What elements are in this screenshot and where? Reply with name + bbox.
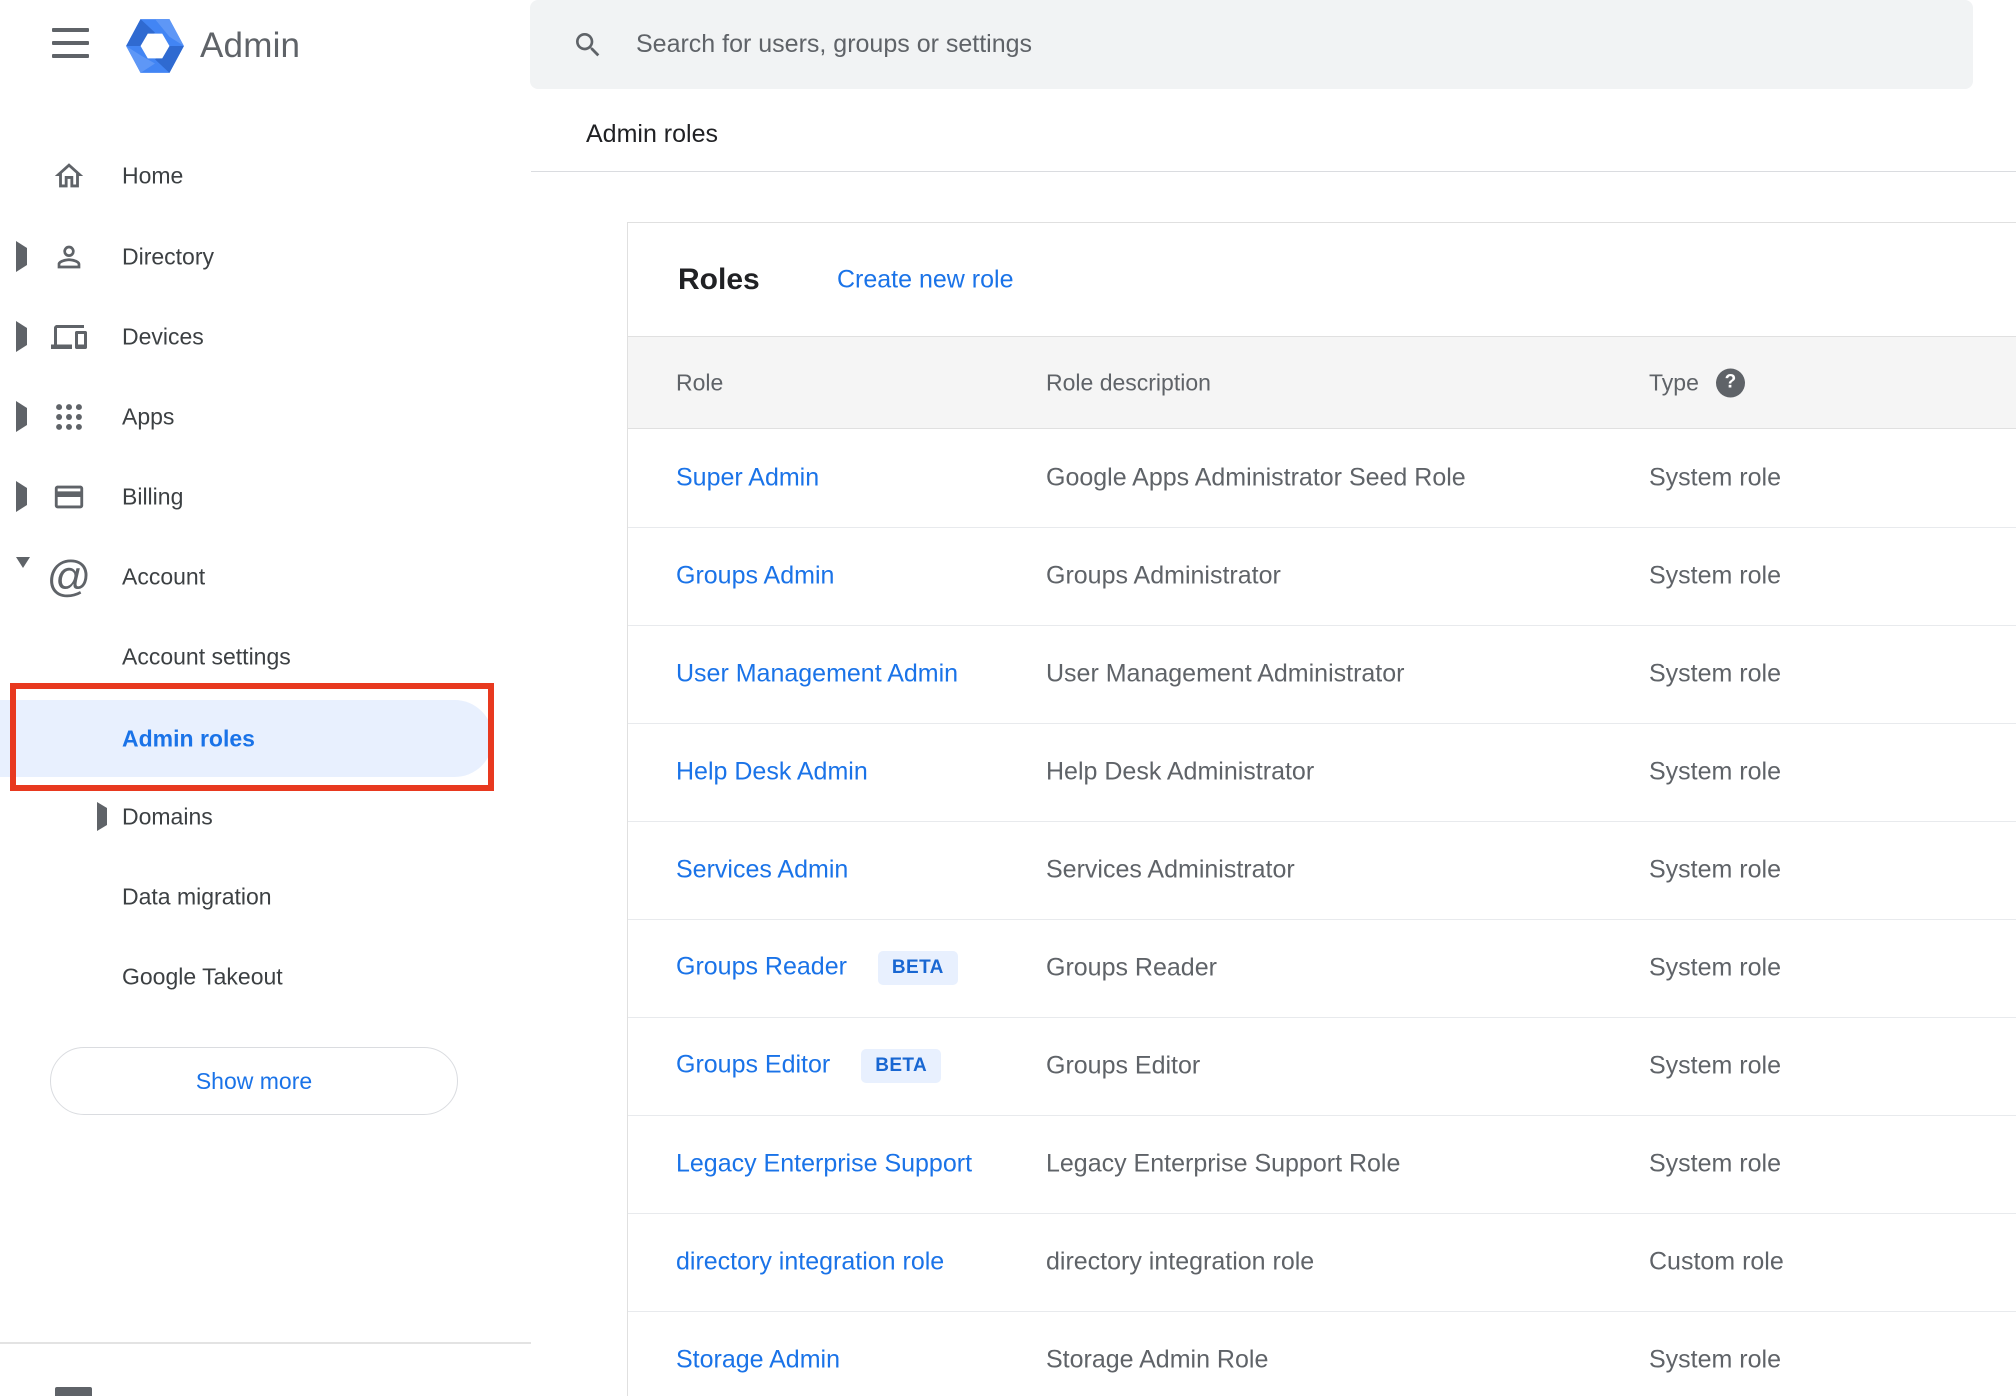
table-header-row: Role Role description Type ? (628, 336, 2016, 429)
role-description: directory integration role (1046, 1247, 1315, 1276)
menu-hamburger-icon[interactable] (52, 28, 89, 58)
breadcrumb: Admin roles (586, 120, 718, 148)
role-link[interactable]: Storage Admin (676, 1346, 840, 1374)
role-link[interactable]: Groups Editor (676, 1051, 830, 1079)
table-row: Services Admin Services Administrator Sy… (628, 821, 2016, 920)
role-type: System role (1649, 463, 1781, 492)
role-description: Legacy Enterprise Support Role (1046, 1149, 1401, 1178)
sidebar-item-admin-roles[interactable]: Admin roles (0, 700, 510, 777)
panel-title: Roles (678, 262, 760, 296)
column-header-role-description: Role description (1046, 369, 1211, 395)
search-icon (576, 32, 600, 56)
role-type: System role (1649, 855, 1781, 884)
sidebar-item-directory[interactable]: Directory (0, 217, 510, 297)
column-header-type: Type ? (1649, 368, 1745, 397)
column-header-role: Role (676, 369, 724, 395)
sidebar-item-label: Billing (122, 483, 184, 510)
sidebar-item-account-settings[interactable]: Account settings (0, 617, 510, 697)
role-link[interactable]: Super Admin (676, 464, 819, 492)
role-type: System role (1649, 1345, 1781, 1374)
expand-arrow-icon[interactable] (16, 241, 27, 272)
table-row: User Management Admin User Management Ad… (628, 625, 2016, 724)
clipped-sidebar-icon (55, 1387, 92, 1396)
role-link[interactable]: Groups Admin (676, 562, 834, 590)
global-search-bar[interactable] (530, 0, 1973, 89)
show-more-button[interactable]: Show more (50, 1047, 458, 1115)
roles-panel-header: Roles Create new role (628, 223, 2016, 336)
role-description: User Management Administrator (1046, 659, 1405, 688)
question-mark-icon[interactable]: ? (1715, 368, 1745, 397)
expand-arrow-icon[interactable] (16, 481, 27, 512)
breadcrumb-divider (531, 171, 2016, 172)
sidebar-item-home[interactable]: Home (0, 136, 510, 216)
table-row: Help Desk Admin Help Desk Administrator … (628, 723, 2016, 822)
app-title: Admin (200, 26, 301, 65)
sidebar-item-apps[interactable]: Apps (0, 377, 510, 457)
role-type: Custom role (1649, 1247, 1784, 1276)
role-description: Groups Administrator (1046, 561, 1281, 590)
table-row: Super Admin Google Apps Administrator Se… (628, 429, 2016, 528)
home-icon (50, 157, 88, 195)
collapse-arrow-icon[interactable] (16, 557, 30, 586)
role-type: System role (1649, 659, 1781, 688)
create-new-role-link[interactable]: Create new role (837, 265, 1013, 294)
search-input[interactable] (634, 29, 1838, 60)
table-row: Groups Editor BETA Groups Editor System … (628, 1017, 2016, 1116)
role-description: Services Administrator (1046, 855, 1295, 884)
sidebar-item-domains[interactable]: Domains (0, 777, 510, 857)
role-link[interactable]: Groups Reader (676, 953, 847, 981)
at-sign-icon: @ (46, 552, 92, 601)
role-link[interactable]: Help Desk Admin (676, 758, 868, 786)
apps-grid-icon (50, 398, 88, 436)
sidebar-item-label: Domains (122, 803, 213, 830)
sidebar-item-label: Admin roles (122, 725, 255, 751)
devices-icon (50, 318, 88, 356)
sidebar-item-label: Account settings (122, 643, 291, 670)
role-description: Google Apps Administrator Seed Role (1046, 463, 1466, 492)
beta-badge: BETA (877, 951, 958, 985)
role-type: System role (1649, 561, 1781, 590)
sidebar-item-label: Google Takeout (122, 963, 283, 990)
table-row: Legacy Enterprise Support Legacy Enterpr… (628, 1115, 2016, 1214)
sidebar-bottom-divider (0, 1342, 531, 1344)
roles-panel: Roles Create new role Role Role descript… (627, 222, 2016, 1396)
table-row: directory integration role directory int… (628, 1213, 2016, 1312)
expand-arrow-icon[interactable] (97, 802, 107, 831)
app-logo[interactable]: Admin (126, 14, 300, 78)
credit-card-icon (50, 478, 88, 516)
role-link[interactable]: Services Admin (676, 856, 848, 884)
sidebar-item-label: Data migration (122, 883, 272, 910)
sidebar-item-google-takeout[interactable]: Google Takeout (0, 937, 510, 1017)
sidebar-item-devices[interactable]: Devices (0, 297, 510, 377)
expand-arrow-icon[interactable] (16, 321, 27, 352)
table-row: Groups Reader BETA Groups Reader System … (628, 919, 2016, 1018)
sidebar-item-label: Home (122, 162, 184, 189)
sidebar-item-account[interactable]: @ Account (0, 537, 510, 617)
role-link[interactable]: Legacy Enterprise Support (676, 1150, 972, 1178)
sidebar-item-label: Directory (122, 243, 215, 270)
role-type: System role (1649, 757, 1781, 786)
sidebar-item-label: Account (122, 563, 206, 590)
beta-badge: BETA (861, 1049, 942, 1083)
expand-arrow-icon[interactable] (16, 401, 27, 432)
table-row: Groups Admin Groups Administrator System… (628, 527, 2016, 626)
sidebar-item-label: Devices (122, 323, 204, 350)
sidebar-item-data-migration[interactable]: Data migration (0, 857, 510, 937)
role-description: Groups Reader (1046, 953, 1217, 982)
admin-hexagon-logo-icon (126, 19, 184, 73)
role-description: Help Desk Administrator (1046, 757, 1315, 786)
person-icon (50, 238, 88, 276)
role-description: Groups Editor (1046, 1051, 1201, 1080)
sidebar-item-label: Apps (122, 403, 175, 430)
role-type: System role (1649, 953, 1781, 982)
admin-console-screen: Admin Admin roles Home Directory Devices (0, 0, 2016, 1396)
role-description: Storage Admin Role (1046, 1345, 1269, 1374)
role-type: System role (1649, 1149, 1781, 1178)
table-row: Storage Admin Storage Admin Role System … (628, 1311, 2016, 1396)
role-link[interactable]: User Management Admin (676, 660, 958, 688)
role-link[interactable]: directory integration role (676, 1248, 944, 1276)
role-type: System role (1649, 1051, 1781, 1080)
sidebar-item-billing[interactable]: Billing (0, 457, 510, 537)
